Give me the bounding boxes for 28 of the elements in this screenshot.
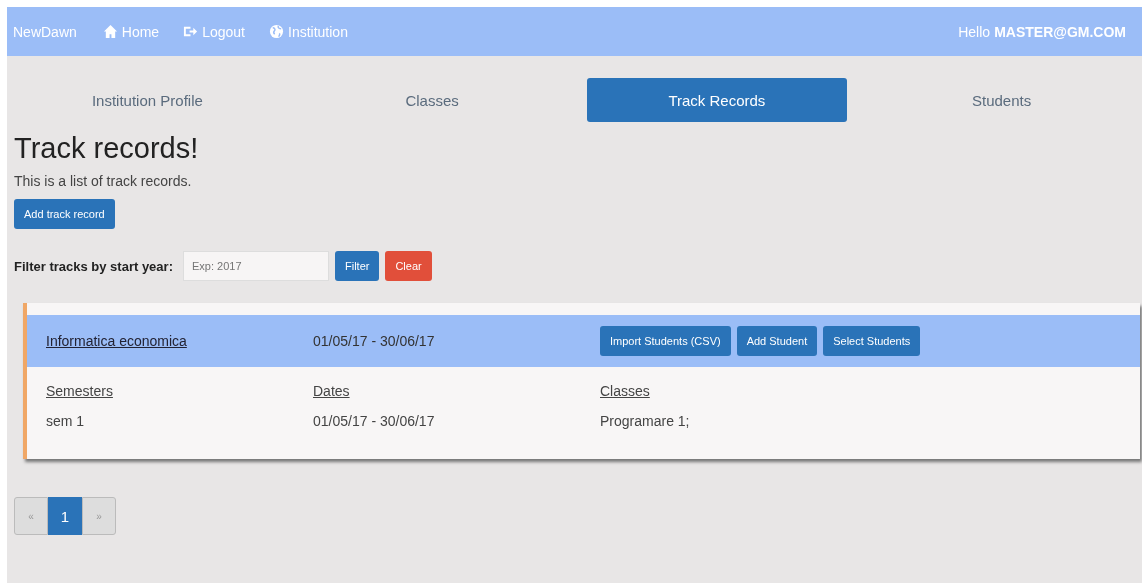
home-icon	[102, 24, 118, 39]
track-name-link[interactable]: Informatica economica	[46, 333, 313, 349]
column-heading: Semesters	[46, 383, 114, 399]
column-value: Programare 1;	[600, 413, 691, 429]
logout-icon	[183, 24, 199, 39]
greeting: Hello	[958, 23, 991, 40]
page-heading: Track records!	[14, 132, 200, 165]
tab[interactable]: Classes	[301, 78, 563, 122]
column-value: sem 1	[46, 413, 86, 429]
column-heading: Classes	[600, 383, 651, 399]
track-dates: 01/05/17 - 30/06/17	[313, 333, 436, 349]
clear-button[interactable]: Clear	[385, 251, 432, 281]
tab[interactable]: Students	[871, 78, 1132, 122]
page-button[interactable]: 1	[48, 497, 82, 535]
tab[interactable]: Track Records	[586, 78, 848, 122]
add-track-record-button[interactable]: Add track record	[14, 199, 115, 229]
filter-label: Filter tracks by start year:	[14, 258, 173, 274]
column-heading: Dates	[313, 383, 351, 399]
subtitle: This is a list of track records.	[14, 173, 193, 189]
user-email: MASTER@GM.COM	[994, 23, 1126, 40]
tab[interactable]: Institution Profile	[17, 78, 278, 122]
action-button[interactable]: Select Students	[823, 326, 921, 356]
filter-button[interactable]: Filter	[334, 251, 380, 281]
action-button[interactable]: Add Student	[736, 326, 818, 356]
year-field[interactable]: Exp: 2017	[182, 251, 329, 281]
column-value: 01/05/17 - 30/06/17	[313, 413, 436, 429]
globe-icon	[269, 24, 284, 39]
action-button[interactable]: Import Students (CSV)	[600, 326, 731, 356]
